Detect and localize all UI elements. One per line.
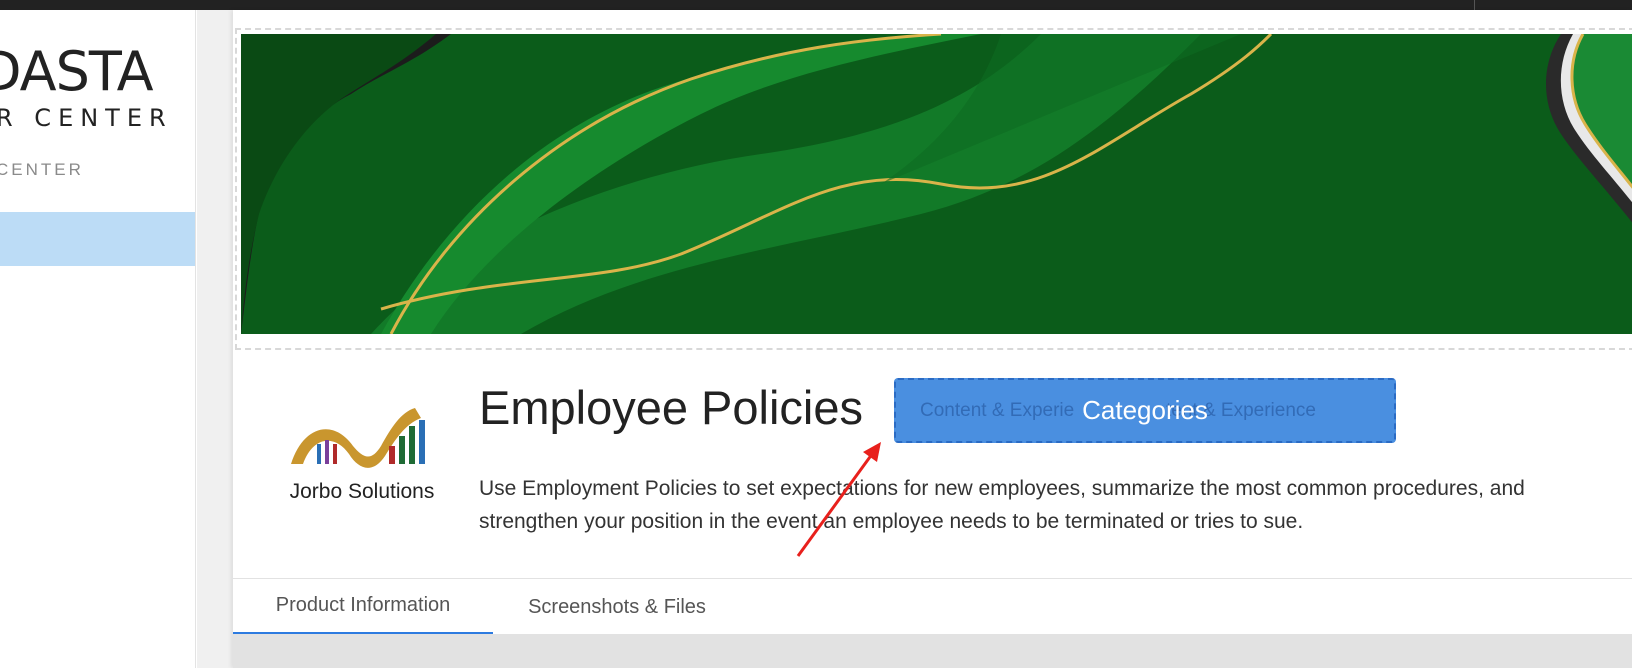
- product-description: Use Employment Policies to set expectati…: [479, 477, 1525, 533]
- annotation-arrow-icon: [796, 442, 881, 557]
- categories-button-label: Categories: [1082, 395, 1208, 425]
- tab-content-area: [233, 634, 1632, 668]
- product-tabs: Product Information Screenshots & Files: [233, 578, 1632, 635]
- brand-logo-text: DASTA: [0, 40, 154, 103]
- top-bar: [0, 0, 1632, 10]
- sidebar-section-label: CENTER: [0, 160, 84, 179]
- sidebar-item-active[interactable]: [0, 212, 195, 266]
- tab-product-information[interactable]: Product Information: [233, 579, 493, 635]
- vendor-logo-text: Jorbo Solutions: [289, 480, 435, 503]
- vendor-logo: Jorbo Solutions: [273, 396, 443, 506]
- categories-button[interactable]: Content & Experie tent & Experience Cate…: [894, 378, 1396, 443]
- page-gutter: [197, 10, 233, 668]
- product-page: Jorbo Solutions Employee Policies Conten…: [233, 10, 1632, 668]
- brand-logo-subtitle: R CENTER: [0, 104, 173, 132]
- sidebar: DASTA R CENTER CENTER: [0, 10, 196, 668]
- page-title: Employee Policies: [479, 381, 864, 434]
- top-bar-divider: [1474, 0, 1475, 10]
- tab-screenshots-files[interactable]: Screenshots & Files: [493, 579, 741, 635]
- product-banner-image: [241, 34, 1632, 334]
